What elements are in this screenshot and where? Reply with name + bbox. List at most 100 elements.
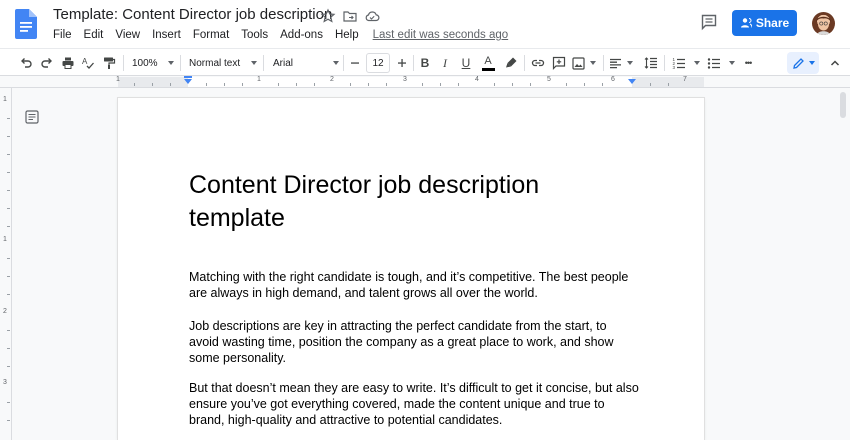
first-line-indent-marker[interactable] <box>184 76 192 78</box>
paragraph-style-select[interactable]: Normal text <box>189 53 257 73</box>
vertical-ruler[interactable]: 1 1 2 3 <box>0 88 12 440</box>
ruler-number: 4 <box>475 76 479 83</box>
left-indent-marker[interactable] <box>184 79 192 84</box>
editing-mode-select[interactable] <box>787 52 819 74</box>
chevron-down-icon <box>333 61 339 65</box>
ruler-tick <box>368 83 369 86</box>
vruler-number: 1 <box>3 96 7 103</box>
add-comment-icon <box>552 56 566 70</box>
ruler-tick <box>152 83 153 86</box>
right-indent-marker[interactable] <box>628 79 636 84</box>
underline-button[interactable]: U <box>459 53 473 73</box>
link-icon <box>531 59 545 67</box>
insert-link-button[interactable] <box>530 53 546 73</box>
chevron-down-icon <box>627 61 633 65</box>
italic-button[interactable]: I <box>438 53 452 73</box>
redo-button[interactable] <box>39 53 55 73</box>
chevron-down-icon <box>590 61 596 65</box>
bold-button[interactable]: B <box>418 53 432 73</box>
scrollbar-thumb[interactable] <box>840 92 846 118</box>
ruler-tick <box>386 83 387 86</box>
document-page[interactable]: Content Director job description templat… <box>118 98 704 440</box>
add-comment-button[interactable] <box>551 53 567 73</box>
ruler-tick <box>566 83 567 86</box>
vruler-tick <box>7 294 10 295</box>
ruler-tick <box>494 83 495 86</box>
ruler-tick <box>278 83 279 86</box>
collapse-menus-button[interactable] <box>828 53 842 73</box>
highlight-button[interactable] <box>503 53 519 73</box>
ruler-tick <box>668 83 669 86</box>
chevron-down-icon <box>694 61 700 65</box>
document-title[interactable]: Template: Content Director job descripti… <box>53 6 332 23</box>
menu-insert[interactable]: Insert <box>152 29 181 41</box>
ruler-tick <box>440 83 441 86</box>
highlighter-icon <box>506 57 517 68</box>
vruler-tick <box>7 402 10 403</box>
insert-image-button[interactable] <box>572 53 596 73</box>
line-spacing-icon <box>644 57 657 69</box>
bulleted-list-select[interactable] <box>707 53 735 73</box>
print-button[interactable] <box>60 53 76 73</box>
avatar[interactable] <box>812 12 835 35</box>
paragraph[interactable]: Job descriptions are key in attracting t… <box>189 318 639 366</box>
menu-view[interactable]: View <box>115 29 140 41</box>
vruler-tick <box>7 136 10 137</box>
ruler-number: 2 <box>330 76 334 83</box>
increase-font-size-button[interactable] <box>395 53 409 73</box>
share-button[interactable]: Share <box>732 10 797 36</box>
paragraph[interactable]: Matching with the right candidate is tou… <box>189 269 639 301</box>
toolbar-divider <box>413 55 414 71</box>
paragraph[interactable]: But that doesn’t mean they are easy to w… <box>189 380 639 428</box>
ruler-tick <box>422 83 423 86</box>
chevron-down-icon <box>808 61 815 65</box>
undo-icon <box>21 58 32 68</box>
bulleted-list-icon <box>707 58 720 69</box>
ruler-tick <box>206 83 207 86</box>
zoom-select[interactable]: 100% <box>132 53 174 73</box>
align-select[interactable] <box>609 53 633 73</box>
star-icon[interactable] <box>320 8 336 24</box>
undo-button[interactable] <box>18 53 34 73</box>
spellcheck-button[interactable]: A <box>80 53 96 73</box>
text-color-button[interactable]: A <box>480 53 496 73</box>
document-outline-icon[interactable] <box>25 110 39 124</box>
comment-history-icon[interactable] <box>700 13 718 31</box>
chevron-down-icon <box>168 61 174 65</box>
share-person-icon <box>740 18 752 28</box>
collapse-icon <box>830 60 840 66</box>
toolbar-divider <box>524 55 525 71</box>
last-edit-link[interactable]: Last edit was seconds ago <box>373 29 509 41</box>
font-size-input[interactable]: 12 <box>366 53 390 73</box>
horizontal-ruler[interactable]: 1 1 2 3 4 5 6 7 <box>0 76 850 88</box>
line-spacing-button[interactable] <box>643 53 659 73</box>
paint-format-button[interactable] <box>101 53 117 73</box>
vruler-number: 3 <box>3 379 7 386</box>
ruler-number: 1 <box>257 76 261 83</box>
paragraph-style-value: Normal text <box>189 57 241 69</box>
move-to-folder-icon[interactable] <box>342 8 358 24</box>
menu-bar: File Edit View Insert Format Tools Add-o… <box>53 27 508 43</box>
menu-file[interactable]: File <box>53 29 72 41</box>
menu-edit[interactable]: Edit <box>84 29 104 41</box>
cloud-saved-icon[interactable] <box>364 8 380 24</box>
ruler-tick <box>134 83 135 86</box>
menu-help[interactable]: Help <box>335 29 359 41</box>
ruler-left-margin <box>118 77 188 87</box>
docs-logo-icon[interactable] <box>15 9 37 39</box>
decrease-font-size-button[interactable] <box>348 53 362 73</box>
ruler-number: 1 <box>116 76 120 83</box>
ruler-number: 5 <box>547 76 551 83</box>
scrollbar-track[interactable] <box>836 88 850 440</box>
toolbar: A 100% Normal text Arial 12 B I U A 1 2 … <box>0 48 850 76</box>
toolbar-divider <box>664 55 665 71</box>
menu-format[interactable]: Format <box>193 29 229 41</box>
menu-add-ons[interactable]: Add-ons <box>280 29 323 41</box>
font-select[interactable]: Arial <box>273 53 339 73</box>
menu-tools[interactable]: Tools <box>241 29 268 41</box>
numbered-list-select[interactable]: 123 <box>672 53 700 73</box>
redo-icon <box>41 58 52 68</box>
more-options-button[interactable]: ••• <box>739 53 757 73</box>
document-heading[interactable]: Content Director job description templat… <box>189 169 609 235</box>
vruler-tick <box>7 330 10 331</box>
